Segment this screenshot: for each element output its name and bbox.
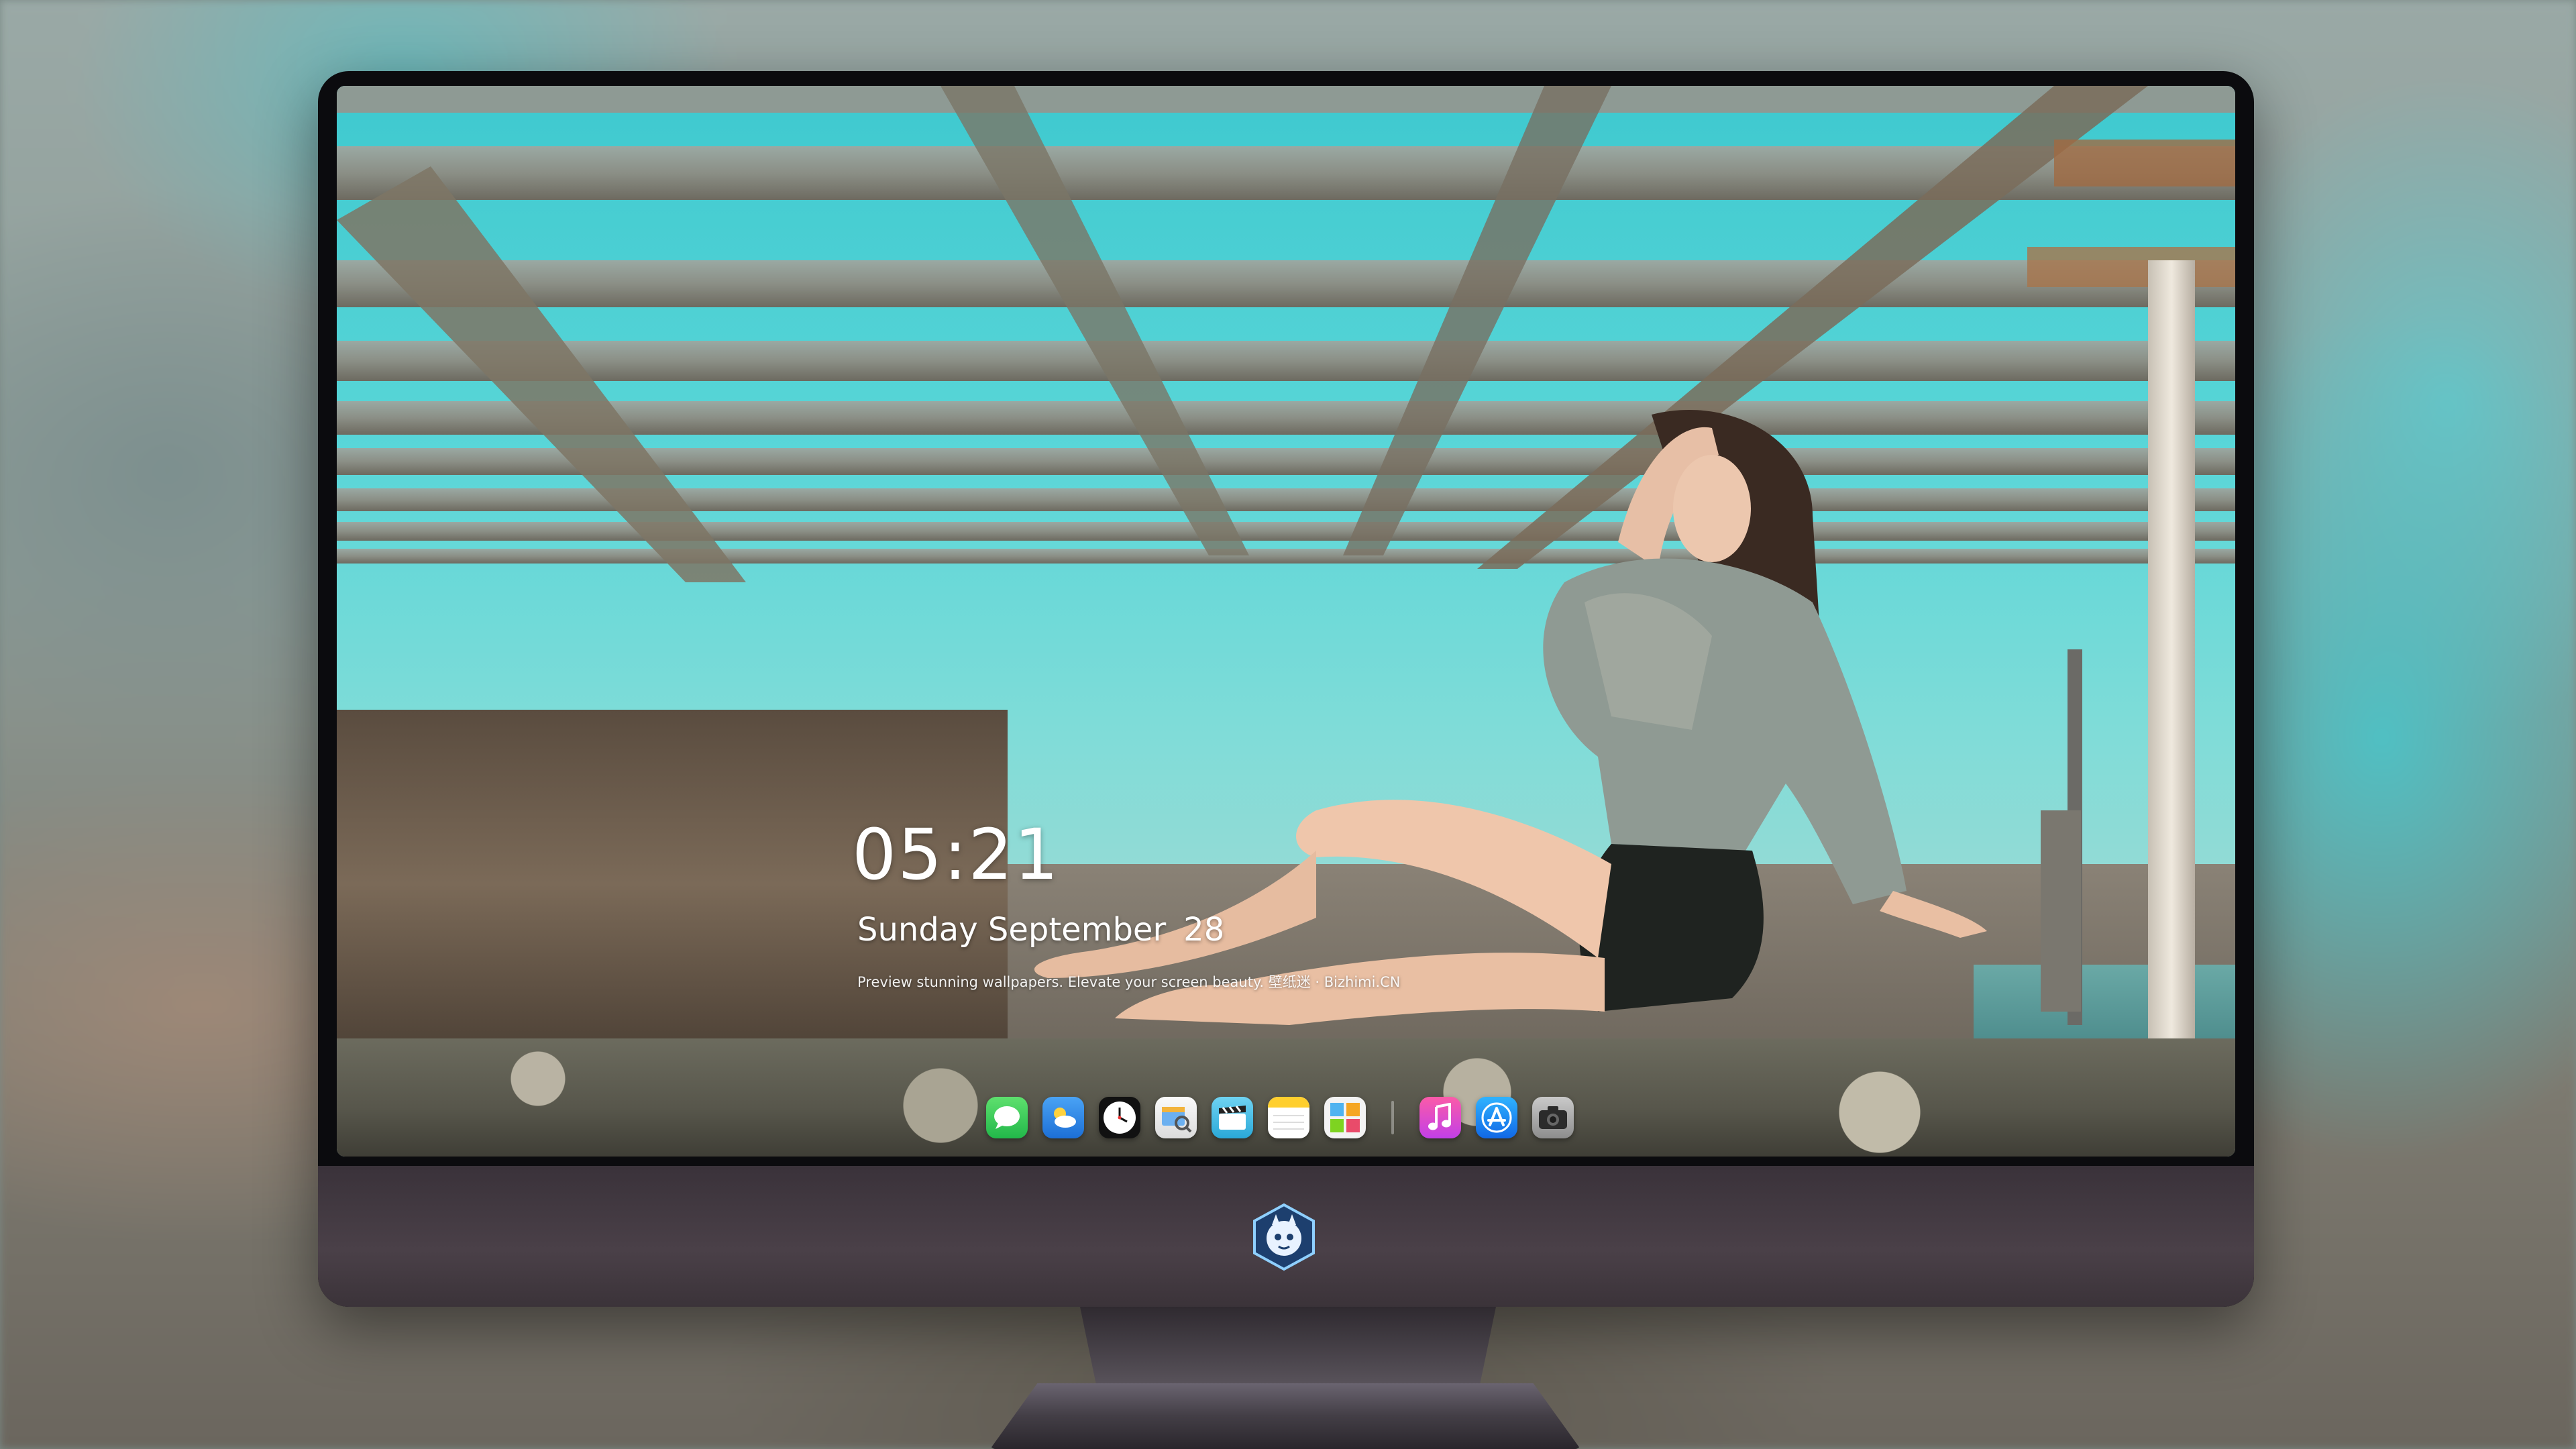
lockscreen-weekday-month: Sunday September bbox=[857, 911, 1167, 949]
lockscreen-day: 28 bbox=[1183, 911, 1225, 949]
messages-icon[interactable] bbox=[986, 1097, 1028, 1138]
wallpaper-pole-box bbox=[2041, 810, 2081, 1012]
app-store-icon[interactable] bbox=[1476, 1097, 1517, 1138]
dock bbox=[986, 1092, 1574, 1143]
brand-logo-icon bbox=[1253, 1203, 1315, 1271]
notes-icon[interactable] bbox=[1268, 1097, 1309, 1138]
claquette-icon[interactable] bbox=[1212, 1097, 1253, 1138]
preview-icon[interactable] bbox=[1155, 1097, 1197, 1138]
wallpaper-post bbox=[2148, 260, 2195, 1065]
weather-icon[interactable] bbox=[1042, 1097, 1084, 1138]
wallpaper-model bbox=[1034, 410, 1987, 1025]
monitor-stand-base bbox=[990, 1383, 1580, 1449]
photos-grid-icon[interactable] bbox=[1324, 1097, 1366, 1138]
lockscreen-time: 05:21 bbox=[852, 814, 1060, 896]
monitor-stand-neck bbox=[1080, 1307, 1496, 1387]
camera-icon[interactable] bbox=[1532, 1097, 1574, 1138]
desktop-screen[interactable]: 05:21 Sunday September 28 Preview stunnin… bbox=[337, 86, 2235, 1157]
dock-separator bbox=[1391, 1101, 1394, 1134]
lockscreen-tagline: Preview stunning wallpapers. Elevate you… bbox=[857, 974, 1401, 990]
clock-icon[interactable] bbox=[1099, 1097, 1140, 1138]
music-icon[interactable] bbox=[1419, 1097, 1461, 1138]
lockscreen-date: Sunday September 28 bbox=[857, 911, 1224, 949]
